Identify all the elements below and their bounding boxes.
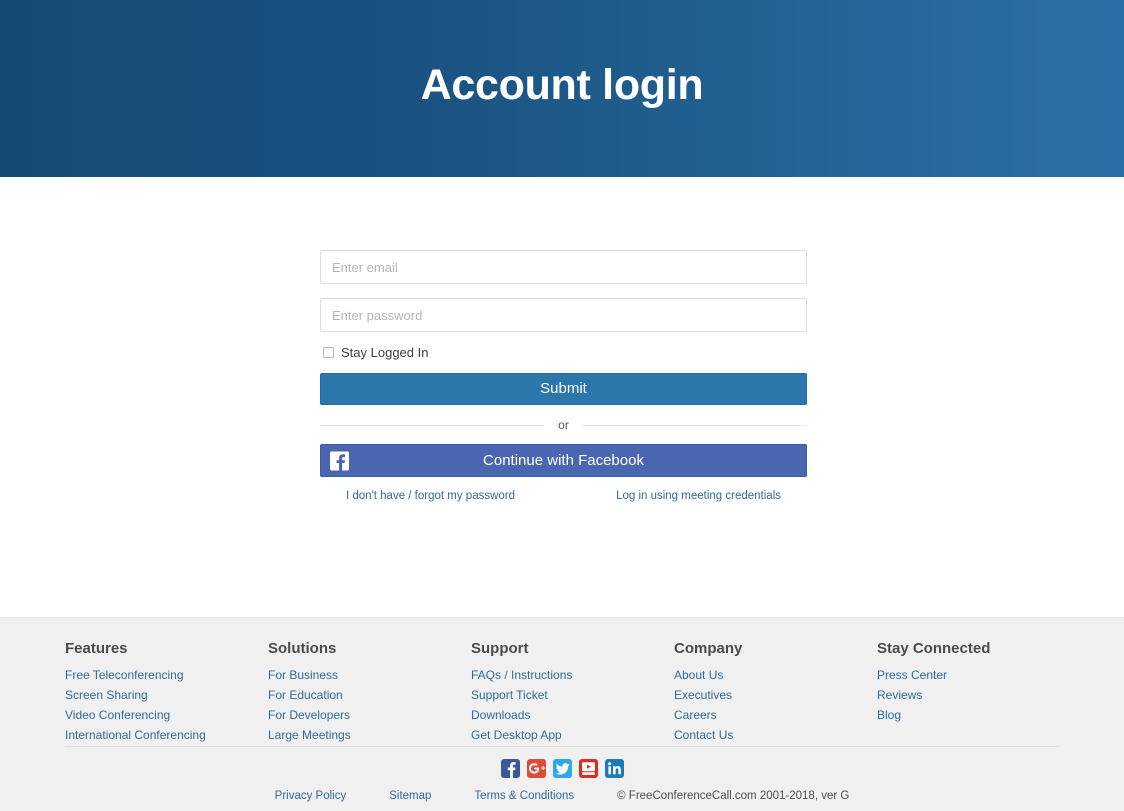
submit-button[interactable]: Submit (320, 373, 807, 405)
list-item: FAQs / Instructions (471, 666, 674, 684)
footer-link[interactable]: For Developers (268, 708, 350, 722)
footer-divider (65, 746, 1059, 747)
footer-link[interactable]: Careers (674, 708, 717, 722)
list-item: Support Ticket (471, 686, 674, 704)
main-content: Stay Logged In Submit or Continue with F… (0, 177, 1124, 617)
footer-link[interactable]: Executives (674, 688, 732, 702)
list-item: Blog (877, 706, 990, 724)
list-item: Contact Us (674, 726, 877, 744)
footer-link[interactable]: Contact Us (674, 728, 733, 742)
footer-link[interactable]: For Education (268, 688, 343, 702)
footer-link-list: About Us Executives Careers Contact Us (674, 666, 877, 744)
footer-link[interactable]: International Conferencing (65, 728, 206, 742)
form-helper-links: I don't have / forgot my password Log in… (320, 490, 807, 502)
footer-link[interactable]: Press Center (877, 668, 947, 682)
divider-line-right (582, 424, 808, 426)
stay-logged-in-row[interactable]: Stay Logged In (323, 346, 807, 359)
footer-link[interactable]: Downloads (471, 708, 530, 722)
footer-column-stay-connected: Stay Connected Press Center Reviews Blog (877, 641, 990, 746)
list-item: For Business (268, 666, 471, 684)
footer-bottom-bar: Privacy Policy Sitemap Terms & Condition… (0, 790, 1124, 802)
list-item: About Us (674, 666, 877, 684)
list-item: Free Teleconferencing (65, 666, 268, 684)
footer-heading: Stay Connected (877, 640, 991, 657)
list-item: Press Center (877, 666, 990, 684)
footer-link[interactable]: For Business (268, 668, 338, 682)
social-links-row (0, 759, 1124, 778)
list-item: For Education (268, 686, 471, 704)
list-item: Video Conferencing (65, 706, 268, 724)
or-label: or (558, 418, 569, 432)
list-item: Reviews (877, 686, 990, 704)
list-item: For Developers (268, 706, 471, 724)
forgot-password-link[interactable]: I don't have / forgot my password (346, 490, 515, 502)
footer-link[interactable]: Large Meetings (268, 728, 351, 742)
list-item: Get Desktop App (471, 726, 674, 744)
footer-link[interactable]: Video Conferencing (65, 708, 170, 722)
footer-link[interactable]: Screen Sharing (65, 688, 148, 702)
twitter-icon[interactable] (552, 759, 572, 778)
footer-column-support: Support FAQs / Instructions Support Tick… (471, 641, 674, 746)
list-item: Screen Sharing (65, 686, 268, 704)
copyright-text: © FreeConferenceCall.com 2001-2018, ver … (617, 790, 850, 802)
footer-heading: Support (471, 640, 529, 657)
list-item: Executives (674, 686, 877, 704)
stay-logged-in-checkbox[interactable] (323, 347, 334, 358)
footer-link[interactable]: Support Ticket (471, 688, 548, 702)
youtube-icon[interactable] (578, 759, 598, 778)
list-item: Careers (674, 706, 877, 724)
site-footer: Features Free Teleconferencing Screen Sh… (0, 617, 1124, 811)
footer-column-company: Company About Us Executives Careers Cont… (674, 641, 877, 746)
meeting-credentials-link[interactable]: Log in using meeting credentials (616, 490, 781, 502)
facebook-button-label: Continue with Facebook (483, 452, 644, 469)
list-item: International Conferencing (65, 726, 268, 744)
footer-link-columns: Features Free Teleconferencing Screen Sh… (0, 618, 1124, 746)
facebook-icon (330, 451, 349, 470)
footer-link-list: For Business For Education For Developer… (268, 666, 471, 744)
footer-link-list: FAQs / Instructions Support Ticket Downl… (471, 666, 674, 744)
continue-with-facebook-button[interactable]: Continue with Facebook (320, 444, 807, 477)
list-item: Downloads (471, 706, 674, 724)
footer-link[interactable]: About Us (674, 668, 723, 682)
page-title: Account login (420, 61, 704, 109)
footer-link[interactable]: FAQs / Instructions (471, 668, 572, 682)
sitemap-link[interactable]: Sitemap (389, 790, 431, 802)
footer-link-list: Press Center Reviews Blog (877, 666, 990, 724)
footer-link[interactable]: Reviews (877, 688, 922, 702)
footer-heading: Company (674, 640, 743, 657)
divider-line-left (320, 424, 545, 426)
login-form: Stay Logged In Submit or Continue with F… (320, 250, 808, 502)
footer-heading: Solutions (268, 640, 337, 657)
footer-link-list: Free Teleconferencing Screen Sharing Vid… (65, 666, 268, 744)
privacy-policy-link[interactable]: Privacy Policy (275, 790, 347, 802)
email-input[interactable] (320, 250, 807, 284)
terms-conditions-link[interactable]: Terms & Conditions (474, 790, 574, 802)
footer-column-features: Features Free Teleconferencing Screen Sh… (65, 641, 268, 746)
password-input[interactable] (320, 298, 807, 332)
stay-logged-in-label: Stay Logged In (341, 345, 429, 360)
list-item: Large Meetings (268, 726, 471, 744)
footer-column-solutions: Solutions For Business For Education For… (268, 641, 471, 746)
footer-link[interactable]: Get Desktop App (471, 728, 562, 742)
facebook-icon[interactable] (500, 759, 520, 778)
footer-link[interactable]: Free Teleconferencing (65, 668, 184, 682)
linkedin-icon[interactable] (604, 759, 624, 778)
google-plus-icon[interactable] (526, 759, 546, 778)
page-header-banner: Account login (0, 0, 1124, 177)
or-divider: or (320, 418, 808, 432)
footer-heading: Features (65, 640, 128, 657)
footer-link[interactable]: Blog (877, 708, 901, 722)
